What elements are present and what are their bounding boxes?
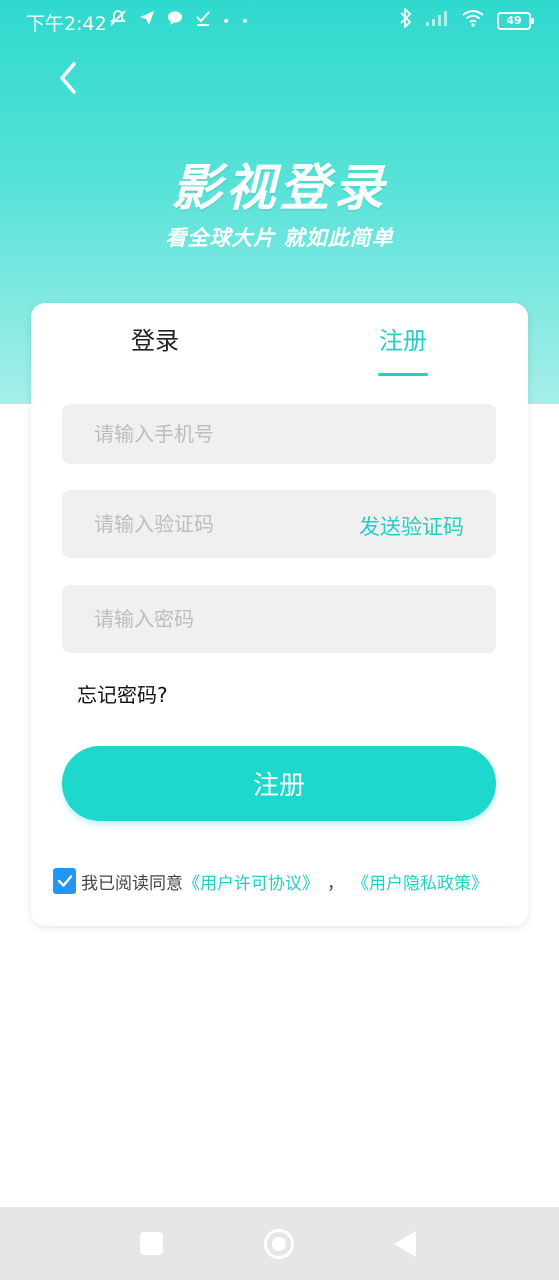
hero-subtitle: 看全球大片 就如此简单	[165, 226, 394, 250]
send-code-button[interactable]: 发送验证码	[359, 511, 464, 541]
tab-login[interactable]: 登录	[131, 325, 179, 357]
checkmark-icon	[57, 875, 72, 887]
agreement-row: 我已阅读同意 《用户许可协议》 ， 《用户隐私政策》	[53, 868, 488, 894]
agreement-checkbox[interactable]	[53, 868, 76, 894]
auth-card: 登录 注册 发送验证码 忘记密码? 注册 我已阅读同意 《用户许可协议》 ， 《…	[31, 303, 528, 926]
more-dots-icon: • •	[222, 13, 252, 30]
verification-code-input[interactable]	[62, 490, 332, 558]
chevron-left-icon	[60, 62, 76, 94]
agreement-separator: ，	[327, 873, 344, 894]
battery-icon: 49	[497, 11, 534, 30]
status-bar: 下午2:42 • • 49	[0, 0, 559, 44]
forgot-password-link[interactable]: 忘记密码?	[77, 679, 168, 708]
check-icon	[194, 9, 212, 34]
recent-apps-button[interactable]	[140, 1232, 163, 1255]
phone-input[interactable]	[62, 404, 496, 464]
chat-icon	[166, 9, 184, 34]
hero-title: 影视登录	[171, 159, 388, 217]
signal-icon	[425, 9, 449, 32]
status-notification-icons: • •	[108, 8, 252, 35]
status-time: 下午2:42	[26, 13, 107, 35]
register-button[interactable]: 注册	[62, 746, 496, 821]
system-nav-bar	[0, 1207, 559, 1280]
tab-register[interactable]: 注册	[379, 325, 427, 357]
send-icon	[138, 9, 156, 34]
wifi-icon	[461, 9, 485, 32]
system-back-button[interactable]	[394, 1231, 416, 1257]
back-button[interactable]	[46, 56, 90, 100]
home-button[interactable]	[264, 1229, 294, 1259]
phone-field	[62, 404, 496, 464]
active-tab-indicator	[378, 373, 428, 376]
status-system-icons: 49	[399, 6, 534, 33]
user-agreement-link[interactable]: 《用户许可协议》	[183, 869, 319, 894]
code-field: 发送验证码	[62, 490, 496, 558]
bluetooth-icon	[399, 6, 413, 33]
password-input[interactable]	[62, 585, 496, 653]
password-field	[62, 585, 496, 653]
mute-icon	[108, 8, 128, 35]
agreement-prefix: 我已阅读同意	[81, 873, 183, 894]
privacy-policy-link[interactable]: 《用户隐私政策》	[352, 869, 488, 894]
